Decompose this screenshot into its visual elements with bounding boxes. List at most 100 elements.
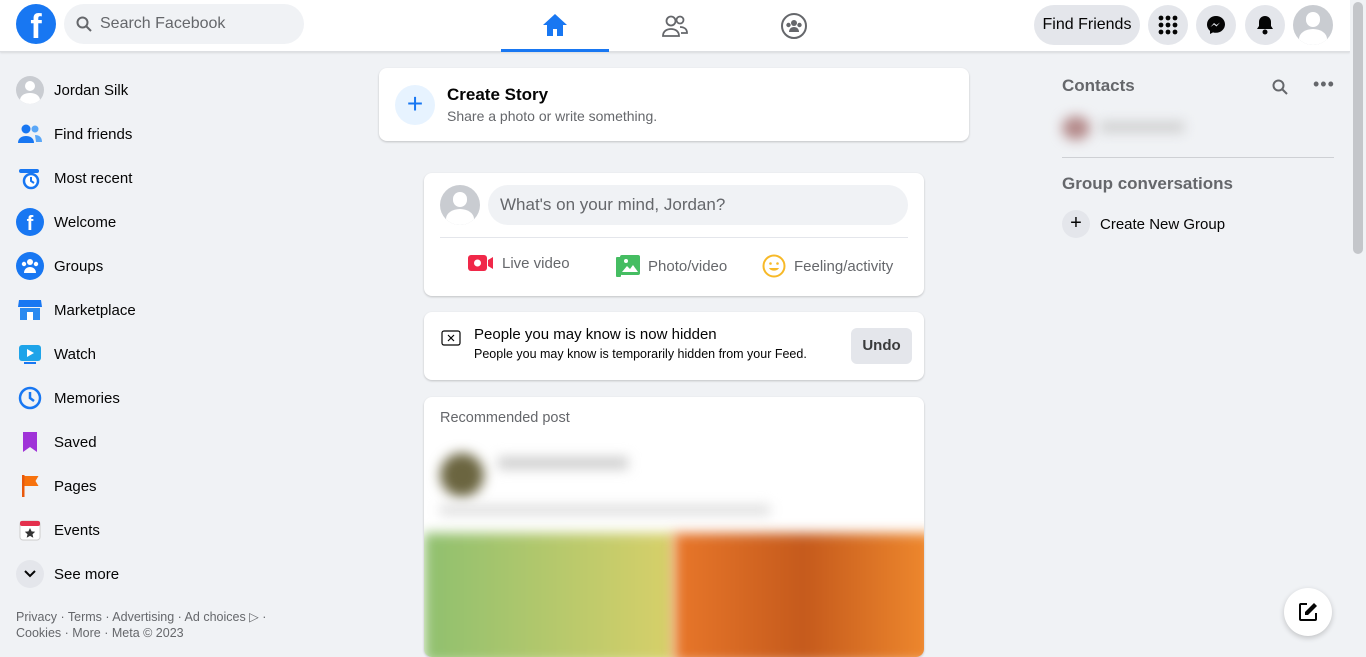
saved-icon [16, 428, 44, 456]
sidebar-item-find-friends[interactable]: Find friends [16, 112, 336, 156]
search-icon [76, 16, 92, 32]
contact-avatar[interactable] [1062, 116, 1090, 140]
sidebar-item-profile[interactable]: Jordan Silk [16, 68, 336, 112]
sidebar-item-label: Watch [54, 345, 96, 363]
sidebar-item-label: Groups [54, 257, 104, 275]
plus-icon: + [1062, 210, 1090, 238]
messenger-button[interactable] [1196, 5, 1236, 45]
recommended-post-label: Recommended post [440, 410, 570, 426]
scrollbar[interactable] [1350, 0, 1366, 646]
friends-icon [662, 15, 688, 37]
chevron-down-icon [16, 560, 44, 588]
contacts-title: Contacts [1062, 76, 1135, 95]
live-video-icon [468, 255, 493, 271]
sidebar-item-label: Most recent [54, 169, 133, 187]
create-group-button[interactable]: + Create New Group [1062, 210, 1225, 238]
recommended-post-card: Recommended post [424, 397, 924, 657]
pages-icon [16, 472, 44, 500]
group-conversations-title: Group conversations [1062, 174, 1233, 193]
find-friends-button[interactable]: Find Friends [1034, 5, 1140, 45]
sidebar-item-watch[interactable]: Watch [16, 332, 336, 376]
plus-icon: + [395, 85, 435, 125]
memories-icon [16, 384, 44, 412]
sidebar-item-label: Saved [54, 433, 97, 451]
new-message-button[interactable] [1284, 588, 1332, 636]
post-text-blurred [440, 505, 770, 515]
search-placeholder: Search Facebook [100, 15, 226, 32]
avatar [16, 76, 44, 104]
sidebar-item-label: Pages [54, 477, 97, 495]
scrollbar-thumb[interactable] [1353, 2, 1363, 254]
divider [1062, 157, 1334, 158]
sidebar-item-groups[interactable]: Groups [16, 244, 336, 288]
top-bar: f Search Facebook Find Friends [0, 0, 1350, 52]
groups-icon [16, 252, 44, 280]
sidebar-item-label: Welcome [54, 213, 117, 231]
compose-icon [1299, 603, 1317, 621]
nav-groups[interactable] [740, 0, 848, 52]
live-video-button[interactable]: Live video [468, 254, 570, 272]
sidebar-item-label: See more [54, 565, 120, 583]
sidebar-item-label: Events [54, 521, 100, 539]
friends-icon [16, 120, 44, 148]
sidebar-item-saved[interactable]: Saved [16, 420, 336, 464]
sidebar-item-label: Memories [54, 389, 120, 407]
most-recent-icon [16, 164, 44, 192]
photo-video-button[interactable]: Photo/video [616, 254, 727, 278]
notice-subtitle: People you may know is temporarily hidde… [474, 347, 807, 361]
photo-icon [616, 255, 640, 277]
nav-home[interactable] [501, 0, 609, 52]
facebook-icon: f [16, 208, 44, 236]
post-author-blurred [498, 457, 628, 469]
post-image-blurred [424, 533, 674, 657]
post-author-avatar [440, 453, 484, 497]
bell-icon [1257, 16, 1273, 35]
notifications-button[interactable] [1245, 5, 1285, 45]
sidebar-item-marketplace[interactable]: Marketplace [16, 288, 336, 332]
footer-line[interactable]: Cookies · More · Meta © 2023 [16, 625, 286, 641]
undo-button[interactable]: Undo [851, 328, 912, 364]
sidebar-item-label: Marketplace [54, 301, 136, 319]
feeling-activity-label: Feeling/activity [794, 257, 894, 275]
smiley-icon [762, 254, 786, 278]
more-options-icon[interactable]: ••• [1313, 74, 1335, 95]
search-input[interactable]: Search Facebook [64, 4, 304, 44]
messenger-icon [1207, 16, 1225, 34]
composer-input[interactable]: What's on your mind, Jordan? [488, 185, 908, 225]
sidebar-item-welcome[interactable]: f Welcome [16, 200, 336, 244]
watch-icon [16, 340, 44, 368]
sidebar-item-events[interactable]: Events [16, 508, 336, 552]
notice-title: People you may know is now hidden [474, 326, 717, 343]
create-story-subtitle: Share a photo or write something. [447, 108, 658, 124]
sidebar-item-pages[interactable]: Pages [16, 464, 336, 508]
marketplace-icon [16, 296, 44, 324]
sidebar-item-see-more[interactable]: See more [16, 552, 336, 596]
composer-card: What's on your mind, Jordan? Live video … [424, 173, 924, 296]
nav-friends[interactable] [621, 0, 729, 52]
footer-links[interactable]: Privacy · Terms · Advertising · Ad choic… [16, 609, 286, 641]
feeling-activity-button[interactable]: Feeling/activity [762, 254, 893, 278]
live-video-label: Live video [502, 254, 570, 272]
sidebar-item-most-recent[interactable]: Most recent [16, 156, 336, 200]
sidebar-item-memories[interactable]: Memories [16, 376, 336, 420]
create-story-title: Create Story [447, 85, 549, 104]
post-image-blurred [674, 533, 924, 657]
close-box-icon [441, 330, 461, 346]
avatar [440, 185, 480, 225]
divider [440, 237, 908, 238]
contact-name[interactable] [1100, 122, 1184, 132]
create-group-label: Create New Group [1100, 215, 1226, 233]
search-icon[interactable] [1272, 79, 1288, 95]
account-avatar[interactable] [1293, 5, 1333, 45]
events-icon [16, 516, 44, 544]
menu-button[interactable] [1148, 5, 1188, 45]
left-sidebar: Jordan Silk Find friends Most recent f We… [16, 68, 336, 596]
facebook-logo[interactable]: f [16, 4, 56, 44]
create-story-card[interactable]: + Create Story Share a photo or write so… [379, 68, 969, 141]
photo-video-label: Photo/video [648, 257, 728, 275]
groups-icon [781, 13, 807, 39]
grid-menu-icon [1158, 15, 1178, 35]
home-icon [543, 13, 567, 36]
sidebar-item-label: Jordan Silk [54, 81, 129, 99]
footer-line[interactable]: Privacy · Terms · Advertising · Ad choic… [16, 609, 286, 625]
